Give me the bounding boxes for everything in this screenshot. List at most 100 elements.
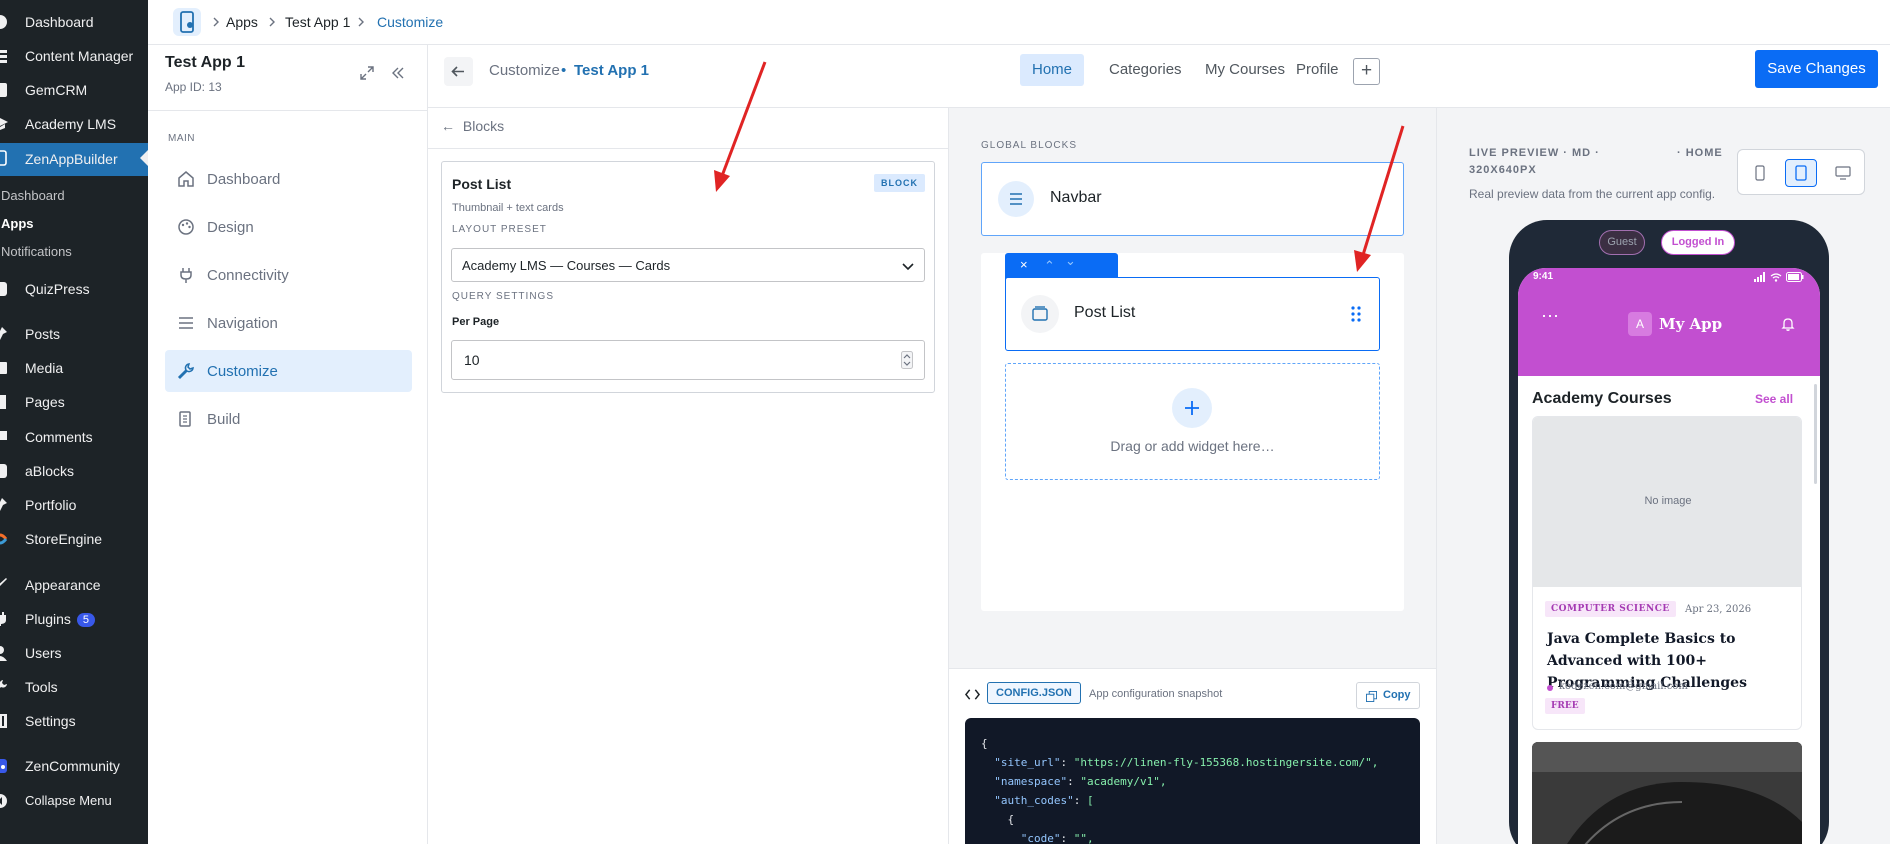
wp-menu-academy-lms[interactable]: Academy LMS [0, 109, 148, 139]
tab-categories[interactable]: Categories [1097, 54, 1194, 86]
app-nav-design[interactable]: Design [165, 206, 412, 248]
app-title: My App [1659, 315, 1723, 333]
wp-admin-menu: Dashboard Content Manager GemCRM Academy… [0, 0, 148, 844]
app-nav-connectivity[interactable]: Connectivity [165, 254, 412, 296]
code-line: { [981, 737, 988, 750]
wp-menu-portfolio[interactable]: Portfolio [0, 490, 148, 520]
wp-menu-settings[interactable]: Settings [0, 706, 148, 736]
per-page-label: Per Page [452, 316, 500, 328]
wp-menu-collapse[interactable]: Collapse Menu [0, 786, 148, 816]
wp-menu-quizpress[interactable]: QuizPress [0, 274, 148, 304]
wp-menu-comments[interactable]: Comments [0, 422, 148, 452]
title-separator: • [561, 62, 567, 79]
code-line: "namespace": "academy/v1", [994, 775, 1167, 788]
logged-in-toggle[interactable]: Logged In [1661, 230, 1735, 255]
wp-menu-pages[interactable]: Pages [0, 387, 148, 417]
wp-menu-users[interactable]: Users [0, 638, 148, 668]
preview-description: Real preview data from the current app c… [1469, 187, 1716, 201]
wp-menu-posts[interactable]: Posts [0, 319, 148, 349]
tablet-button[interactable] [1785, 159, 1817, 187]
breadcrumb-app[interactable]: Test App 1 [285, 14, 350, 30]
drag-handle-icon[interactable] [1351, 306, 1361, 322]
widget-drop-zone[interactable]: Drag or add widget here… [1005, 363, 1380, 480]
app-nav-navigation[interactable]: Navigation [165, 302, 412, 344]
wrench-icon [0, 680, 7, 688]
wp-menu-appearance[interactable]: Appearance [0, 570, 148, 600]
scrollbar[interactable] [1814, 384, 1817, 484]
tab-home[interactable]: Home [1020, 54, 1085, 86]
tab-profile[interactable]: Profile [1284, 54, 1351, 86]
app-logo[interactable] [173, 8, 201, 36]
post-list-block[interactable]: Post List [1005, 277, 1380, 351]
zenappbuilder-icon [0, 150, 7, 166]
number-stepper-icon[interactable] [901, 351, 913, 369]
app-nav-dashboard[interactable]: Dashboard [165, 158, 412, 200]
layout-preset-select[interactable]: Academy LMS — Courses — Cards [451, 248, 925, 282]
move-up-button[interactable]: ⌃ [1044, 258, 1055, 274]
expand-icon[interactable] [359, 65, 375, 81]
wp-menu-zencommunity[interactable]: ZenCommunity [0, 751, 148, 781]
tab-my-courses[interactable]: My Courses [1193, 54, 1297, 86]
per-page-input[interactable]: 10 [451, 340, 925, 380]
more-menu-icon[interactable]: ⋯ [1541, 306, 1560, 327]
back-button[interactable] [444, 57, 473, 86]
bell-icon[interactable] [1780, 316, 1796, 332]
wp-menu-gemcrm[interactable]: GemCRM [0, 75, 148, 105]
wp-menu-storeengine[interactable]: StoreEngine [0, 524, 148, 554]
navbar-block-label: Navbar [1050, 189, 1102, 206]
menu-icon [179, 317, 193, 329]
wp-submenu-apps[interactable]: Apps [1, 216, 34, 231]
add-screen-button[interactable]: + [1353, 58, 1380, 85]
config-caption: App configuration snapshot [1089, 688, 1223, 700]
post-list-block-label: Post List [1074, 304, 1136, 321]
nav-section-label: MAIN [168, 133, 195, 144]
move-down-button[interactable]: ⌄ [1065, 253, 1076, 269]
plus-icon [1185, 401, 1199, 415]
code-line: { [981, 813, 1015, 826]
phone-gear-icon [180, 11, 194, 33]
ablocks-icon [0, 464, 7, 478]
breadcrumb-apps[interactable]: Apps [226, 14, 258, 30]
wp-menu-ablocks[interactable]: aBlocks [0, 456, 148, 486]
wifi-icon [1770, 273, 1782, 282]
device-switcher [1737, 149, 1865, 195]
pin-icon [0, 498, 7, 511]
app-nav-customize[interactable]: Customize [165, 350, 412, 392]
quizpress-icon [0, 282, 7, 296]
desktop-icon[interactable] [1835, 165, 1851, 181]
live-preview-panel: LIVE PREVIEW · MD · 320X640PX · HOME Rea… [1436, 108, 1890, 844]
phone-icon[interactable] [1752, 165, 1768, 181]
blocks-back-link[interactable]: ← Blocks [441, 118, 504, 140]
wp-submenu-notifications[interactable]: Notifications [1, 244, 72, 259]
course-author: kodezen.com@gmail.com [1559, 681, 1688, 692]
wp-menu-zenappbuilder[interactable]: ZenAppBuilder [0, 143, 148, 176]
collapse-sidebar-icon[interactable] [390, 65, 406, 81]
wp-menu-media[interactable]: Media [0, 353, 148, 383]
wp-menu-tools[interactable]: Tools [0, 672, 148, 702]
cards-icon [1032, 306, 1048, 321]
copy-config-button[interactable]: Copy [1356, 682, 1420, 709]
gauge-icon [0, 15, 7, 29]
tablet-icon [1795, 165, 1807, 181]
add-widget-button[interactable] [1172, 388, 1212, 428]
navbar-block[interactable]: Navbar [981, 162, 1404, 236]
navbar-icon-circle [998, 181, 1034, 217]
copy-icon [1366, 691, 1377, 702]
app-nav-build[interactable]: Build [165, 398, 412, 440]
course-card[interactable]: No image COMPUTER SCIENCE Apr 23, 2026 J… [1532, 416, 1802, 730]
home-icon [178, 171, 194, 187]
course-card-image[interactable] [1532, 742, 1802, 844]
build-icon [179, 411, 191, 427]
wp-submenu-dashboard[interactable]: Dashboard [1, 188, 65, 203]
see-all-link[interactable]: See all [1755, 392, 1793, 406]
plugins-update-count: 5 [76, 613, 96, 627]
remove-block-button[interactable]: × [1020, 257, 1028, 272]
wp-menu-plugins[interactable]: Plugins 5 [0, 604, 148, 634]
config-panel: CONFIG.JSON App configuration snapshot C… [949, 668, 1436, 844]
guest-toggle[interactable]: Guest [1599, 230, 1645, 255]
wp-menu-content-manager[interactable]: Content Manager [0, 41, 148, 71]
save-changes-button[interactable]: Save Changes [1755, 50, 1878, 88]
phone-screen: 9:41 ⋯ A My App Academy Courses See all … [1518, 268, 1820, 844]
wp-menu-dashboard[interactable]: Dashboard [0, 7, 148, 37]
breadcrumb-customize: Customize [377, 14, 444, 30]
